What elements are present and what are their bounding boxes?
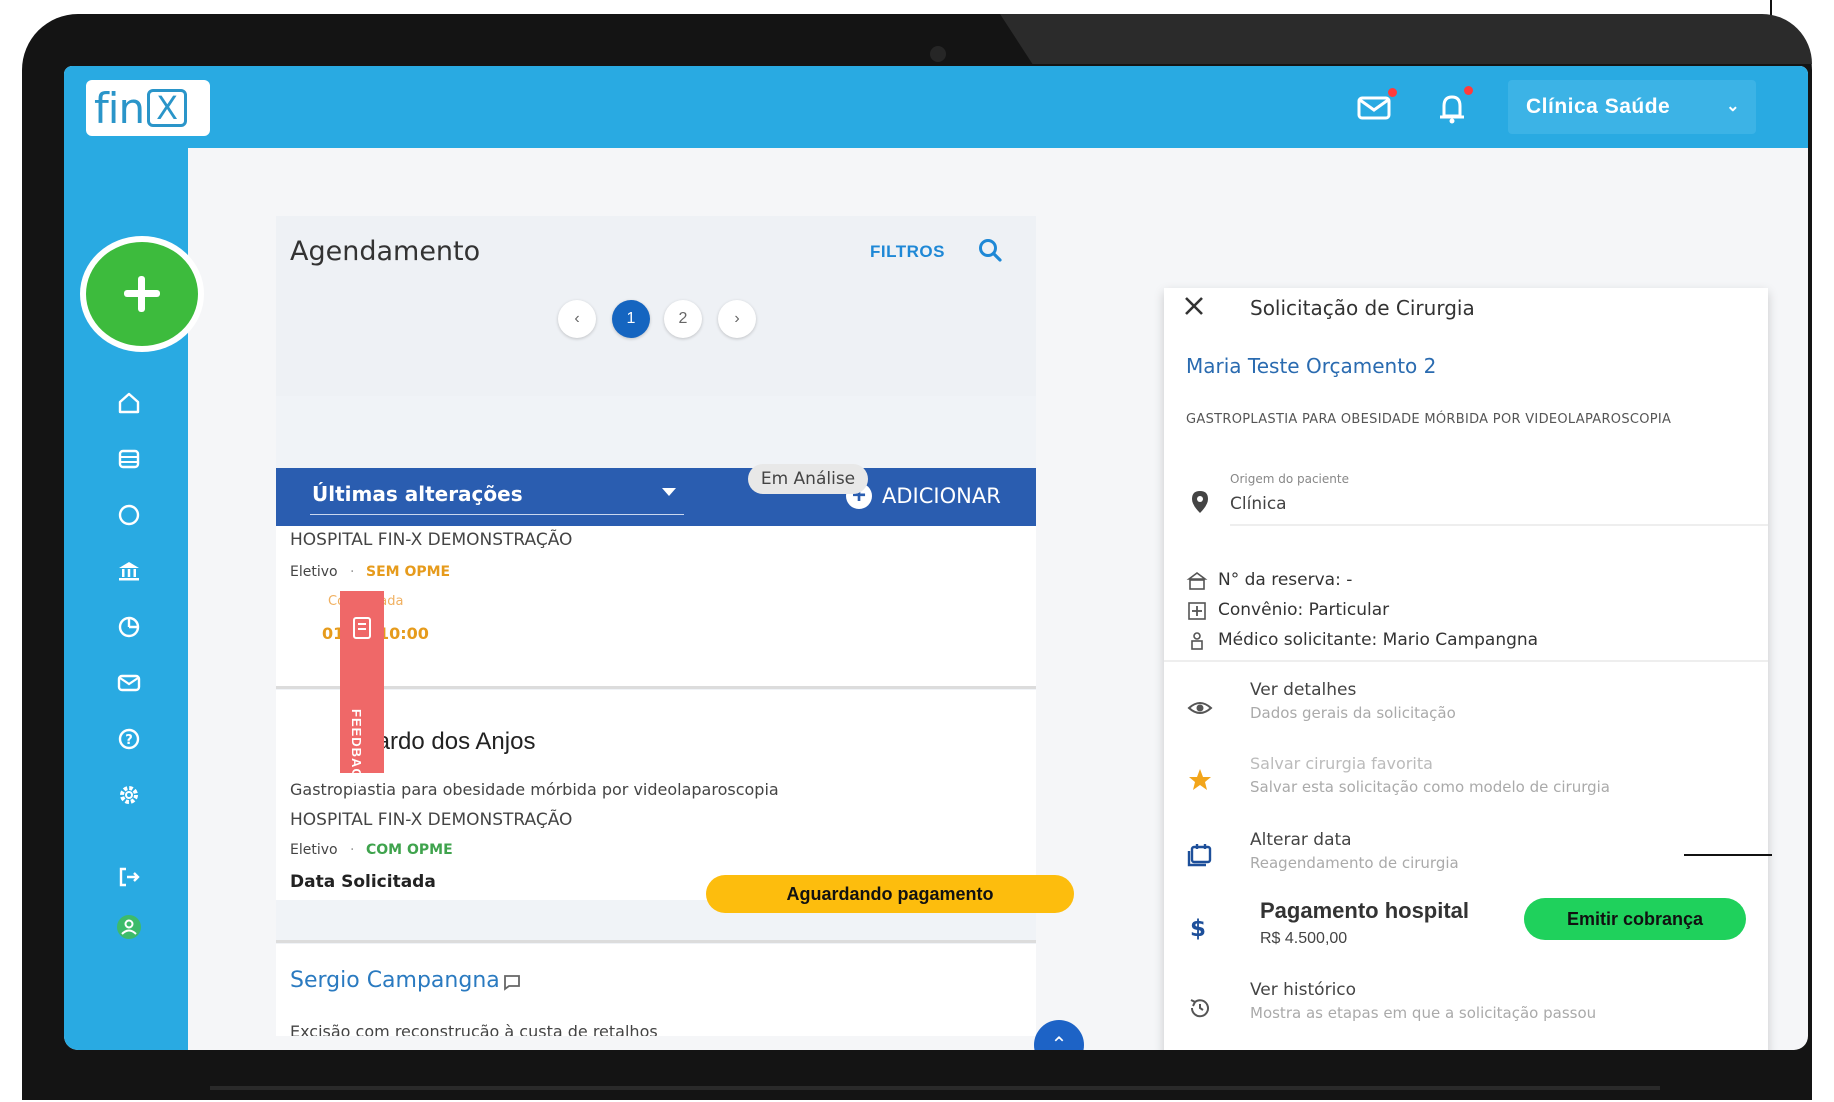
surgery-type: Eletivo [290,842,338,858]
close-icon[interactable] [1180,292,1208,320]
panel-title: Solicitação de Cirurgia [1250,296,1475,320]
list-item[interactable]: HOSPITAL FIN-X DEMONSTRAÇÃO Eletivo · SE… [276,526,1036,686]
action-history[interactable]: Ver histórico [1250,980,1356,1000]
user-icon[interactable] [116,914,142,940]
list-icon[interactable] [116,446,142,472]
opme-tag: SEM OPME [366,564,451,580]
comment-icon[interactable] [502,972,522,992]
separator-dot: · [350,842,355,858]
page-1-button[interactable]: 1 [612,300,650,338]
payment-value: R$ 4.500,00 [1260,930,1348,947]
clinic-selector[interactable]: Clínica Saúde ⌄ [1508,80,1756,134]
patient-name: Sergio Campangna [290,968,500,993]
action-history-subtitle: Mostra as etapas em que a solicitação pa… [1250,1004,1597,1022]
next-page-button[interactable]: › [718,300,756,338]
prev-page-button[interactable]: ‹ [558,300,596,338]
divider [276,686,1036,689]
origin-label: Origem do paciente [1230,472,1349,486]
agenda-title: Agendamento [290,236,481,267]
logo-x: X [147,89,188,127]
calendar-icon[interactable] [1186,840,1214,868]
caret-down-icon[interactable] [662,488,676,496]
camera-icon [930,46,946,62]
eye-icon[interactable] [1186,694,1214,722]
surgery-type: Eletivo [290,564,338,580]
add-new-button[interactable] [80,236,204,352]
feedback-icon [351,615,373,641]
scroll-to-top-button[interactable]: ⌃ [1034,1020,1084,1050]
search-icon[interactable] [976,236,1004,264]
feedback-label: FEEDBACK [349,709,364,790]
circle-icon[interactable] [116,502,142,528]
list-item[interactable]: Ricardo dos Anjos Gastroplastia para obe… [276,690,1036,900]
hospital-name: HOSPITAL FIN-X DEMONSTRAÇÃO [290,810,573,830]
logout-icon[interactable] [116,864,142,890]
date-label: Data Solicitada [290,872,436,892]
feedback-tab[interactable]: FEEDBACK [340,591,384,789]
payment-title: Pagamento hospital [1260,898,1470,923]
status-badge[interactable]: Aguardando pagamento [706,875,1074,913]
divider [1164,660,1768,662]
clinic-name: Clínica Saúde [1526,95,1671,118]
patient-name[interactable]: Maria Teste Orçamento 2 [1186,354,1436,378]
callout-line-horizontal [1684,854,1772,856]
chart-icon[interactable] [116,614,142,640]
dollar-icon: $ [1190,916,1207,942]
history-icon[interactable] [1186,994,1214,1022]
procedure-name: Excisão com reconstrução à custa de reta… [290,1022,658,1036]
recent-changes-dropdown[interactable]: Últimas alterações [312,482,523,506]
app-screen: finX Clínica Saúde ⌄ › [64,66,1808,1050]
reservation-number: N° da reserva: - [1218,570,1353,590]
page-2-button[interactable]: 2 [664,300,702,338]
laptop-lid-highlight [1000,14,1812,64]
home-icon[interactable] [116,390,142,416]
action-favorite-subtitle: Salvar esta solicitação como modelo de c… [1250,778,1610,796]
star-icon[interactable] [1186,766,1214,794]
agenda-panel: Agendamento FILTROS ‹ 1 2 › Últimas alte… [276,216,1036,1036]
recent-changes-bar: Últimas alterações + ADICIONAR [276,468,1036,526]
plus-box-icon [1186,600,1208,622]
issue-charge-button[interactable]: Emitir cobrança [1524,898,1746,940]
opme-tag: COM OPME [366,842,453,858]
origin-value[interactable]: Clínica [1230,494,1287,514]
action-change-date[interactable]: Alterar data [1250,830,1352,850]
insurance: Convênio: Particular [1218,600,1390,620]
requesting-doctor: Médico solicitante: Mario Campangna [1218,630,1539,650]
filters-button[interactable]: FILTROS [870,242,945,262]
bell-notification-dot [1464,86,1473,95]
action-view-details-subtitle: Dados gerais da solicitação [1250,704,1456,722]
help-icon[interactable]: ? [116,726,142,752]
location-pin-icon [1186,488,1214,516]
action-view-details[interactable]: Ver detalhes [1250,680,1356,700]
bank-icon[interactable] [116,558,142,584]
status-badge: Em Análise [748,464,868,494]
mail-notification-dot [1388,88,1397,97]
svg-text:?: ? [125,733,133,748]
settings-icon[interactable] [116,782,142,808]
top-bar: fin X Clínica Saúde ⌄ [64,66,1808,148]
hospital-name: HOSPITAL FIN-X DEMONSTRAÇÃO [290,530,573,550]
hospital-icon [1186,570,1208,592]
divider [276,940,1036,943]
dropdown-underline [310,514,684,515]
add-button[interactable]: ADICIONAR [882,484,1001,508]
action-change-date-subtitle: Reagendamento de cirurgia [1250,854,1459,872]
laptop-base [210,1086,1660,1090]
action-favorite[interactable]: Salvar cirurgia favorita [1250,754,1433,773]
agenda-header: Agendamento FILTROS ‹ 1 2 › [276,216,1036,396]
fin-x-logo[interactable]: fin X [86,80,210,136]
list-item[interactable]: Sergio Campangna Excisão com reconstruçã… [276,944,1036,1036]
separator-dot: · [350,564,355,580]
mail-icon[interactable] [116,670,142,696]
doctor-icon [1186,630,1208,652]
chevron-down-icon: ⌄ [1726,98,1740,115]
procedure-name: Gastroplastia para obesidade mórbida por… [1186,412,1672,427]
origin-underline [1230,524,1768,526]
logo-text: fin [94,83,145,133]
plus-icon [86,242,198,346]
